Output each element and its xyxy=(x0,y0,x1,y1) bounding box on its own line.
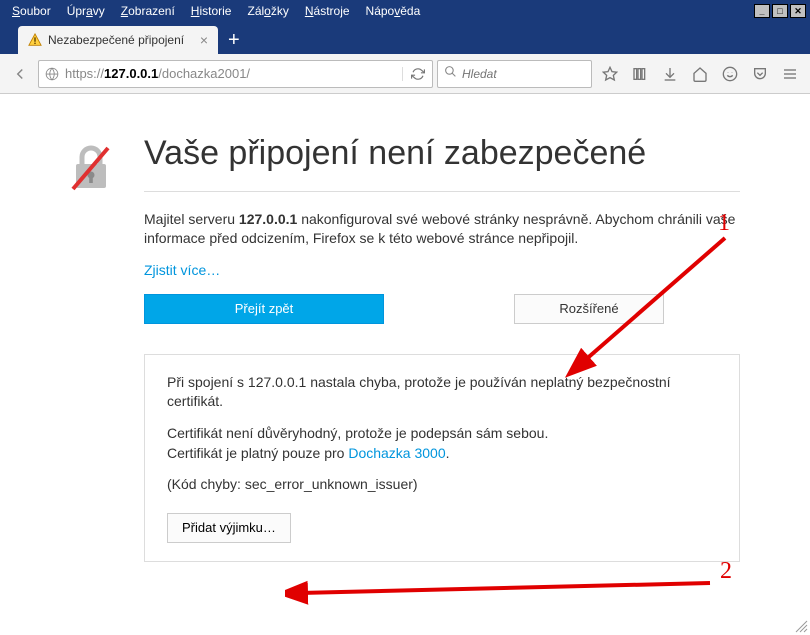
learn-more-link[interactable]: Zjistit více… xyxy=(144,262,220,278)
menu-bar: Soubor Úpravy Zobrazení Historie Záložky… xyxy=(0,0,810,22)
pocket-icon[interactable] xyxy=(746,60,774,88)
tab-bar: Nezabezpečené připojení × + xyxy=(0,22,810,54)
add-exception-button[interactable]: Přidat výjimku… xyxy=(167,513,291,543)
cert-domain-link[interactable]: Dochazka 3000 xyxy=(348,445,445,461)
close-window-button[interactable]: ✕ xyxy=(790,4,806,18)
minimize-button[interactable]: _ xyxy=(754,4,770,18)
menu-bookmarks[interactable]: Záložky xyxy=(239,2,296,20)
advanced-button[interactable]: Rozšířené xyxy=(514,294,664,324)
insecure-lock-icon xyxy=(70,134,120,197)
menu-file[interactable]: Soubor xyxy=(4,2,59,20)
library-icon[interactable] xyxy=(626,60,654,88)
browser-tab[interactable]: Nezabezpečené připojení × xyxy=(18,26,218,54)
menu-edit[interactable]: Úpravy xyxy=(59,2,113,20)
bookmark-star-icon[interactable] xyxy=(596,60,624,88)
smiley-icon[interactable] xyxy=(716,60,744,88)
menu-view[interactable]: Zobrazení xyxy=(113,2,183,20)
new-tab-button[interactable]: + xyxy=(228,26,240,54)
menu-help[interactable]: Nápověda xyxy=(358,2,429,20)
annotation-number-1: 1 xyxy=(718,210,730,237)
url-text: https://127.0.0.1/dochazka2001/ xyxy=(65,66,402,81)
go-back-button[interactable]: Přejít zpět xyxy=(144,294,384,324)
description-text: Majitel serveru 127.0.0.1 nakonfiguroval… xyxy=(144,210,740,248)
menu-tools[interactable]: Nástroje xyxy=(297,2,358,20)
globe-icon xyxy=(39,67,65,81)
annotation-number-2: 2 xyxy=(720,558,732,585)
search-input[interactable] xyxy=(462,67,585,81)
separator xyxy=(144,191,740,192)
hamburger-menu-icon[interactable] xyxy=(776,60,804,88)
download-icon[interactable] xyxy=(656,60,684,88)
page-heading: Vaše připojení není zabezpečené xyxy=(144,134,740,173)
advanced-panel: Při spojení s 127.0.0.1 nastala chyba, p… xyxy=(144,354,740,562)
home-icon[interactable] xyxy=(686,60,714,88)
url-bar[interactable]: https://127.0.0.1/dochazka2001/ xyxy=(38,60,433,88)
panel-error-line1: Při spojení s 127.0.0.1 nastala chyba, p… xyxy=(167,373,717,412)
menu-history[interactable]: Historie xyxy=(183,2,240,20)
reload-button[interactable] xyxy=(402,67,432,81)
window-controls: _ □ ✕ xyxy=(754,4,806,18)
close-tab-icon[interactable]: × xyxy=(200,32,208,48)
panel-error-line2: Certifikát není důvěryhodný, protože je … xyxy=(167,424,717,463)
search-icon xyxy=(444,65,457,83)
resize-grip-icon[interactable] xyxy=(794,619,808,633)
panel-error-code: (Kód chyby: sec_error_unknown_issuer) xyxy=(167,475,717,495)
maximize-button[interactable]: □ xyxy=(772,4,788,18)
tab-title: Nezabezpečené připojení xyxy=(48,33,184,47)
page-content: Vaše připojení není zabezpečené Majitel … xyxy=(0,94,810,582)
warning-icon xyxy=(28,33,42,47)
nav-toolbar: https://127.0.0.1/dochazka2001/ xyxy=(0,54,810,94)
back-button[interactable] xyxy=(6,60,34,88)
search-bar[interactable] xyxy=(437,60,592,88)
